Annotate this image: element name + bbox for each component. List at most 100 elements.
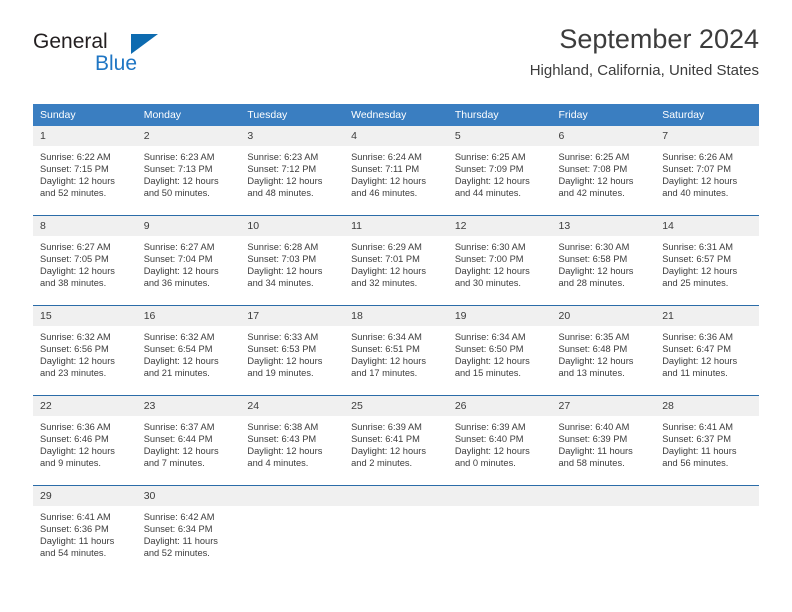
- daylight-line1-text: Daylight: 12 hours: [454, 176, 530, 187]
- daylight-line2-text: and 52 minutes.: [143, 548, 210, 559]
- daylight-line1-text: Daylight: 12 hours: [662, 356, 738, 367]
- calendar-day-cell[interactable]: 11 Sunrise: 6:29 AM Sunset: 7:01 PM Dayligh…: [344, 215, 448, 306]
- calendar-day-cell[interactable]: 5 Sunrise: 6:25 AM Sunset: 7:09 PM Daylight…: [447, 126, 552, 216]
- daylight-line1-text: Daylight: 12 hours: [351, 176, 427, 187]
- calendar-day-cell[interactable]: 7 Sunrise: 6:26 AM Sunset: 7:07 PM Daylight…: [655, 126, 759, 216]
- calendar-day-cell[interactable]: 30 Sunrise: 6:42 AM Sunset: 6:34 PM Dayligh…: [136, 485, 241, 575]
- calendar-day-cell[interactable]: 15 Sunrise: 6:32 AM Sunset: 6:56 PM Dayligh…: [33, 305, 137, 396]
- sunrise-text: Sunrise: 6:29 AM: [351, 242, 422, 252]
- sunrise-text: Sunrise: 6:28 AM: [247, 242, 319, 252]
- day-number: 10: [240, 216, 345, 236]
- sunrise-text: Sunrise: 6:30 AM: [454, 242, 526, 252]
- calendar-empty-cell: [551, 485, 656, 575]
- day-details: Sunrise: 6:37 AM Sunset: 6:44 PM Daylight:…: [137, 416, 241, 469]
- page-subtitle: Highland, California, United States: [529, 62, 759, 79]
- daylight-line2-text: and 13 minutes.: [558, 368, 625, 379]
- general-blue-logo[interactable]: General Blue: [33, 30, 253, 86]
- sunrise-text: Sunrise: 6:40 AM: [558, 422, 630, 432]
- daylight-line1-text: Daylight: 12 hours: [558, 356, 634, 367]
- day-cell-inner: 24 Sunrise: 6:38 AM Sunset: 6:43 PM Dayligh…: [240, 396, 345, 485]
- calendar-day-cell[interactable]: 20 Sunrise: 6:35 AM Sunset: 6:48 PM Dayligh…: [551, 305, 656, 396]
- day-details: Sunrise: 6:39 AM Sunset: 6:41 PM Daylight:…: [344, 416, 448, 469]
- calendar-day-cell[interactable]: 10 Sunrise: 6:28 AM Sunset: 7:03 PM Dayligh…: [240, 215, 345, 306]
- sunset-text: Sunset: 6:50 PM: [454, 344, 524, 355]
- sunrise-text: Sunrise: 6:26 AM: [662, 152, 734, 162]
- calendar-day-cell[interactable]: 29 Sunrise: 6:41 AM Sunset: 6:36 PM Dayligh…: [33, 485, 137, 575]
- calendar-day-cell[interactable]: 19 Sunrise: 6:34 AM Sunset: 6:50 PM Dayligh…: [447, 305, 552, 396]
- sunrise-text: Sunrise: 6:38 AM: [247, 422, 319, 432]
- day-cell-inner: 8 Sunrise: 6:27 AM Sunset: 7:05 PM Daylight…: [33, 216, 137, 305]
- page-header: General Blue September 2024 Highland, Ca…: [33, 22, 759, 94]
- sunrise-text: Sunrise: 6:23 AM: [143, 152, 215, 162]
- daylight-line1-text: Daylight: 11 hours: [662, 446, 737, 457]
- day-number: 2: [136, 126, 241, 146]
- day-number: 3: [240, 126, 345, 146]
- calendar-day-cell[interactable]: 21 Sunrise: 6:36 AM Sunset: 6:47 PM Dayligh…: [655, 305, 759, 396]
- page-title: September 2024: [559, 24, 759, 54]
- calendar-day-cell[interactable]: 22 Sunrise: 6:36 AM Sunset: 6:46 PM Dayligh…: [33, 395, 137, 486]
- daylight-line1-text: Daylight: 12 hours: [143, 356, 219, 367]
- sunset-text: Sunset: 6:46 PM: [40, 434, 109, 445]
- day-number: 16: [136, 306, 241, 326]
- sunset-text: Sunset: 6:51 PM: [351, 344, 420, 355]
- calendar-day-cell[interactable]: 4 Sunrise: 6:24 AM Sunset: 7:11 PM Daylight…: [344, 126, 448, 216]
- calendar-day-cell[interactable]: 6 Sunrise: 6:25 AM Sunset: 7:08 PM Daylight…: [551, 126, 656, 216]
- calendar-day-cell[interactable]: 9 Sunrise: 6:27 AM Sunset: 7:04 PM Daylight…: [136, 215, 241, 306]
- sunrise-text: Sunrise: 6:24 AM: [351, 152, 422, 162]
- weekday-header-sunday: Sunday: [33, 104, 137, 126]
- sunset-text: Sunset: 6:40 PM: [454, 434, 524, 445]
- calendar-day-cell[interactable]: 14 Sunrise: 6:31 AM Sunset: 6:57 PM Dayligh…: [655, 215, 759, 306]
- daylight-line2-text: and 19 minutes.: [247, 368, 314, 379]
- calendar-day-cell[interactable]: 3 Sunrise: 6:23 AM Sunset: 7:12 PM Daylight…: [240, 126, 345, 216]
- day-cell-inner: 30 Sunrise: 6:42 AM Sunset: 6:34 PM Dayligh…: [136, 486, 241, 575]
- sunrise-text: Sunrise: 6:32 AM: [143, 332, 215, 342]
- calendar-day-cell[interactable]: 12 Sunrise: 6:30 AM Sunset: 7:00 PM Dayligh…: [447, 215, 552, 306]
- sunset-text: Sunset: 7:13 PM: [143, 164, 213, 175]
- calendar-day-cell[interactable]: 25 Sunrise: 6:39 AM Sunset: 6:41 PM Dayligh…: [344, 395, 448, 486]
- daylight-line1-text: Daylight: 12 hours: [351, 266, 427, 277]
- calendar-week-row: 29 Sunrise: 6:41 AM Sunset: 6:36 PM Dayligh…: [33, 485, 759, 575]
- calendar-day-cell[interactable]: 28 Sunrise: 6:41 AM Sunset: 6:37 PM Dayligh…: [655, 395, 759, 486]
- calendar-day-cell[interactable]: 26 Sunrise: 6:39 AM Sunset: 6:40 PM Dayligh…: [447, 395, 552, 486]
- calendar-day-cell[interactable]: 18 Sunrise: 6:34 AM Sunset: 6:51 PM Dayligh…: [344, 305, 448, 396]
- daylight-line2-text: and 36 minutes.: [143, 278, 210, 289]
- calendar-week-row: 15 Sunrise: 6:32 AM Sunset: 6:56 PM Dayligh…: [33, 305, 759, 396]
- day-cell-inner: 6 Sunrise: 6:25 AM Sunset: 7:08 PM Daylight…: [551, 126, 656, 215]
- sunrise-text: Sunrise: 6:22 AM: [40, 152, 111, 162]
- calendar-day-cell[interactable]: 17 Sunrise: 6:33 AM Sunset: 6:53 PM Dayligh…: [240, 305, 345, 396]
- day-details: Sunrise: 6:30 AM Sunset: 6:58 PM Daylight:…: [552, 236, 656, 289]
- day-number: 22: [33, 396, 137, 416]
- calendar-day-cell[interactable]: 2 Sunrise: 6:23 AM Sunset: 7:13 PM Daylight…: [136, 126, 241, 216]
- daylight-line2-text: and 11 minutes.: [662, 368, 728, 379]
- day-cell-inner: 19 Sunrise: 6:34 AM Sunset: 6:50 PM Dayligh…: [447, 306, 552, 395]
- calendar-day-cell[interactable]: 13 Sunrise: 6:30 AM Sunset: 6:58 PM Dayligh…: [551, 215, 656, 306]
- day-number: 13: [551, 216, 656, 236]
- sunrise-text: Sunrise: 6:41 AM: [662, 422, 734, 432]
- calendar-day-cell[interactable]: 16 Sunrise: 6:32 AM Sunset: 6:54 PM Dayligh…: [136, 305, 241, 396]
- title-block: September 2024 Highland, California, Uni…: [530, 22, 759, 82]
- calendar-day-cell[interactable]: 1 Sunrise: 6:22 AM Sunset: 7:15 PM Daylight…: [33, 126, 137, 216]
- day-cell-inner: [655, 486, 759, 575]
- day-details: Sunrise: 6:41 AM Sunset: 6:37 PM Daylight:…: [655, 416, 759, 469]
- calendar-table: Sunday Monday Tuesday Wednesday Thursday…: [33, 104, 759, 575]
- calendar-week-row: 22 Sunrise: 6:36 AM Sunset: 6:46 PM Dayligh…: [33, 395, 759, 486]
- day-number: 20: [551, 306, 656, 326]
- sunrise-text: Sunrise: 6:25 AM: [454, 152, 526, 162]
- daylight-line2-text: and 28 minutes.: [558, 278, 625, 289]
- day-details: Sunrise: 6:38 AM Sunset: 6:43 PM Daylight:…: [240, 416, 344, 469]
- calendar-week-row: 8 Sunrise: 6:27 AM Sunset: 7:05 PM Daylight…: [33, 215, 759, 306]
- sunset-text: Sunset: 7:08 PM: [558, 164, 628, 175]
- sunrise-text: Sunrise: 6:27 AM: [40, 242, 111, 252]
- day-number: 27: [551, 396, 656, 416]
- daylight-line1-text: Daylight: 11 hours: [558, 446, 633, 457]
- sunset-text: Sunset: 6:34 PM: [143, 524, 213, 535]
- day-details: Sunrise: 6:42 AM Sunset: 6:34 PM Daylight:…: [137, 506, 241, 559]
- calendar-day-cell[interactable]: 8 Sunrise: 6:27 AM Sunset: 7:05 PM Daylight…: [33, 215, 137, 306]
- day-details: Sunrise: 6:26 AM Sunset: 7:07 PM Daylight:…: [655, 146, 759, 199]
- calendar-day-cell[interactable]: 23 Sunrise: 6:37 AM Sunset: 6:44 PM Dayligh…: [136, 395, 241, 486]
- calendar-day-cell[interactable]: 24 Sunrise: 6:38 AM Sunset: 6:43 PM Dayligh…: [240, 395, 345, 486]
- sunset-text: Sunset: 6:36 PM: [40, 524, 109, 535]
- day-number: 18: [344, 306, 448, 326]
- calendar-day-cell[interactable]: 27 Sunrise: 6:40 AM Sunset: 6:39 PM Dayligh…: [551, 395, 656, 486]
- sunrise-text: Sunrise: 6:34 AM: [454, 332, 526, 342]
